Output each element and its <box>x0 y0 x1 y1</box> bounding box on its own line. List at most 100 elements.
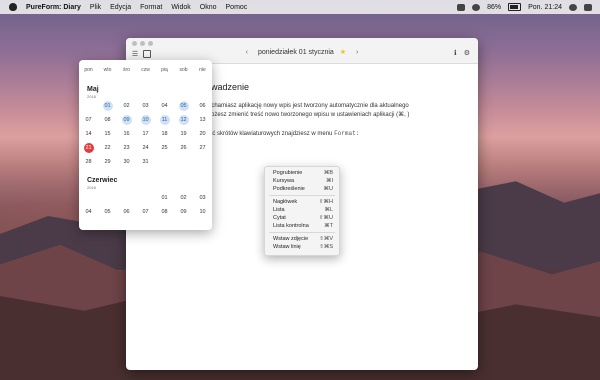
calendar-day-with-entry[interactable]: 10 <box>140 115 151 125</box>
month-year: 2018 <box>87 94 96 99</box>
menu-bar-tray: 86% Pon. 21:24 <box>457 3 600 11</box>
cloud-icon[interactable] <box>457 3 466 11</box>
format-menu-item[interactable]: Kursywa ⌘I <box>265 177 339 185</box>
apple-menu-icon[interactable] <box>9 3 17 11</box>
calendar-day-with-entry[interactable]: 12 <box>178 115 189 125</box>
calendar-day[interactable]: 08 <box>160 207 170 217</box>
calendar-day-with-entry[interactable]: 11 <box>159 115 170 125</box>
weekday-label: sob <box>179 67 188 73</box>
calendar-day[interactable]: 13 <box>198 115 208 125</box>
entry-paragraph: ruchamiasz aplikację nowy wpis jest twor… <box>206 103 410 118</box>
menu-okno[interactable]: Okno <box>200 4 217 11</box>
menu-plik[interactable]: Plik <box>90 4 101 11</box>
menu-item-shortcut: ⌘U <box>323 186 333 192</box>
info-icon[interactable]: ℹ <box>454 49 457 57</box>
menu-item-label: Podkreślenie <box>273 186 305 192</box>
calendar-day <box>141 193 151 203</box>
battery-percent[interactable]: 86% <box>487 4 501 11</box>
menu-item-label: Lista kontrolna <box>273 223 309 229</box>
menu-item-shortcut: ⇧⌘S <box>319 244 333 250</box>
calendar-day[interactable]: 02 <box>179 193 189 203</box>
calendar-day[interactable]: 08 <box>103 115 113 125</box>
weekday-label: czw <box>141 67 150 73</box>
zoom-window-button[interactable] <box>148 41 153 46</box>
format-menu-item[interactable]: Lista kontrolna ⌘T <box>265 222 339 230</box>
battery-icon[interactable] <box>508 3 522 11</box>
previous-day-button[interactable]: ‹ <box>246 49 248 56</box>
calendar-day[interactable]: 31 <box>141 157 151 167</box>
calendar-day[interactable]: 19 <box>179 129 189 139</box>
calendar-day[interactable]: 06 <box>198 101 208 111</box>
window-controls <box>132 41 153 46</box>
calendar-day-today[interactable]: 21 <box>83 143 94 153</box>
entry-editor[interactable]: owadzenie ruchamiasz aplikację nowy wpis… <box>206 78 466 148</box>
star-icon[interactable]: ★ <box>340 49 346 56</box>
menu-separator <box>269 195 335 196</box>
format-menu-item[interactable]: Podkreślenie ⌘U <box>265 185 339 193</box>
calendar-day[interactable]: 04 <box>160 101 170 111</box>
menu-app-name[interactable]: PureForm: Diary <box>26 4 81 11</box>
notification-center-icon[interactable] <box>584 3 592 11</box>
battery-fill <box>510 5 518 9</box>
format-menu-item[interactable]: Wstaw zdjęcie ⇧⌘V <box>265 235 339 243</box>
weekday-label: wto <box>103 67 112 73</box>
calendar-day[interactable]: 26 <box>179 143 189 153</box>
sliders-icon[interactable]: ⚙ <box>464 49 470 57</box>
format-context-menu: Pogrubienie ⌘B Kursywa ⌘I Podkreślenie ⌘U Nagł… <box>264 166 340 256</box>
calendar-day[interactable]: 30 <box>122 157 132 167</box>
calendar-day[interactable]: 10 <box>198 207 208 217</box>
calendar-day[interactable]: 07 <box>84 115 94 125</box>
calendar-day-with-entry[interactable]: 09 <box>121 115 132 125</box>
format-menu-item[interactable]: Cytat ⇧⌘U <box>265 214 339 222</box>
format-menu-item[interactable]: Lista ⌘L <box>265 206 339 214</box>
calendar-day[interactable]: 02 <box>122 101 132 111</box>
menu-item-shortcut: ⇧⌘U <box>318 215 333 221</box>
calendar-day[interactable]: 16 <box>122 129 132 139</box>
menu-item-shortcut: ⌘I <box>325 178 333 184</box>
calendar-day[interactable]: 04 <box>84 207 94 217</box>
menu-item-label: Lista <box>273 207 285 213</box>
minimize-window-button[interactable] <box>140 41 145 46</box>
calendar-day[interactable]: 28 <box>84 157 94 167</box>
menu-bar-clock[interactable]: Pon. 21:24 <box>528 4 562 11</box>
menu-pomoc[interactable]: Pomoc <box>226 4 248 11</box>
menu-edycja[interactable]: Edycja <box>110 4 131 11</box>
calendar-day <box>198 157 208 167</box>
menu-format[interactable]: Format <box>140 4 162 11</box>
calendar-day[interactable]: 24 <box>141 143 151 153</box>
calendar-day-with-entry[interactable]: 05 <box>178 101 189 111</box>
calendar-day[interactable]: 15 <box>103 129 113 139</box>
menu-widok[interactable]: Widok <box>171 4 190 11</box>
calendar-day <box>160 157 170 167</box>
calendar-day[interactable]: 25 <box>160 143 170 153</box>
calendar-day[interactable]: 06 <box>122 207 132 217</box>
entry-paragraph-shortcuts: ość skrótów klawiaturowych znajdziesz w … <box>206 130 360 137</box>
calendar-day[interactable]: 18 <box>160 129 170 139</box>
calendar-day[interactable]: 07 <box>141 207 151 217</box>
menu-item-label: Pogrubienie <box>273 170 303 176</box>
close-window-button[interactable] <box>132 41 137 46</box>
next-day-button[interactable]: › <box>356 49 358 56</box>
wifi-icon[interactable] <box>472 3 481 11</box>
calendar-day <box>179 157 189 167</box>
format-menu-item[interactable]: Wstaw linię ⇧⌘S <box>265 243 339 251</box>
calendar-day[interactable]: 03 <box>198 193 208 203</box>
format-menu-item[interactable]: Pogrubienie ⌘B <box>265 169 339 177</box>
calendar-day[interactable]: 03 <box>141 101 151 111</box>
format-menu-item[interactable]: Nagłówek ⇧⌘H <box>265 198 339 206</box>
calendar-day[interactable]: 09 <box>179 207 189 217</box>
calendar-day[interactable]: 27 <box>198 143 208 153</box>
calendar-day[interactable]: 23 <box>122 143 132 153</box>
menu-item-label: Kursywa <box>273 178 295 184</box>
spotlight-icon[interactable] <box>569 3 577 11</box>
calendar-day[interactable]: 20 <box>198 129 208 139</box>
calendar-day[interactable]: 17 <box>141 129 151 139</box>
calendar-day[interactable]: 22 <box>103 143 113 153</box>
calendar-day <box>84 193 94 203</box>
calendar-day[interactable]: 29 <box>103 157 113 167</box>
weekday-label: śro <box>123 67 130 73</box>
calendar-day[interactable]: 01 <box>160 193 170 203</box>
calendar-day-with-entry[interactable]: 01 <box>102 101 113 111</box>
calendar-day[interactable]: 14 <box>84 129 94 139</box>
calendar-day[interactable]: 05 <box>103 207 113 217</box>
